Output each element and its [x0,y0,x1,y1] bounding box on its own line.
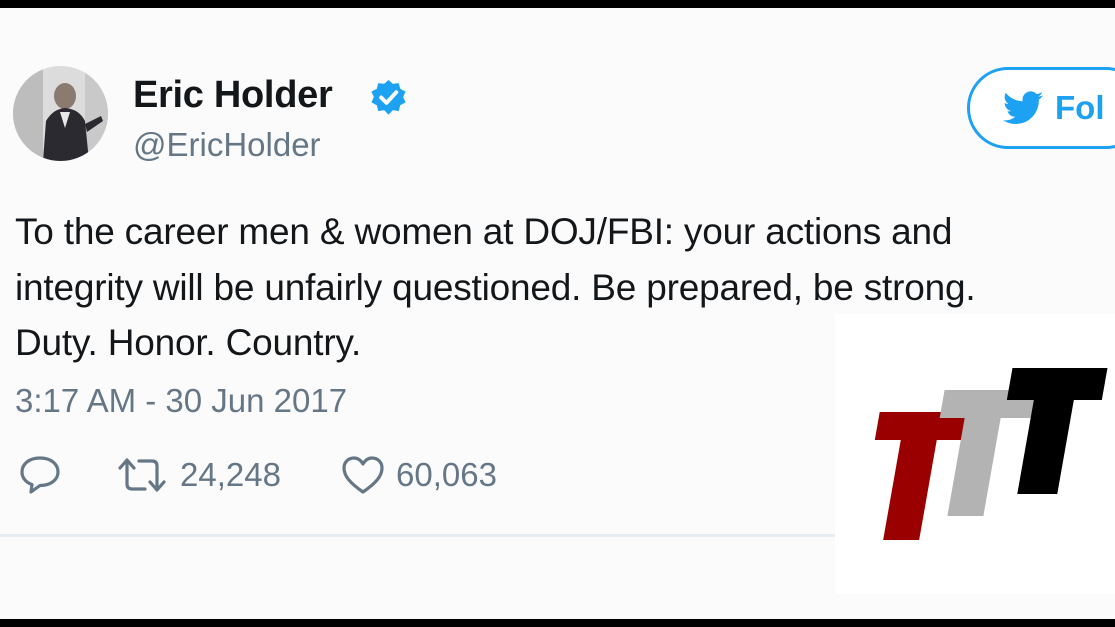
ttt-logo-icon [874,368,1108,540]
display-name[interactable]: Eric Holder [133,74,333,117]
tweet-text-line: To the career men & women at DOJ/FBI: yo… [15,211,953,252]
top-border [0,0,1115,8]
reply-button[interactable] [18,454,62,496]
ttt-logo [835,314,1115,594]
avatar[interactable] [13,66,108,161]
bottom-border [0,619,1115,627]
verified-badge-icon [371,79,406,115]
tweet-text-line: integrity will be unfairly questioned. B… [15,266,976,308]
follow-button[interactable]: Fol [967,67,1115,149]
reply-icon [20,456,60,494]
retweet-button[interactable]: 24,248 [114,454,281,496]
divider [0,534,840,537]
heart-icon [342,456,384,494]
tweet-timestamp[interactable]: 3:17 AM - 30 Jun 2017 [15,382,347,420]
twitter-bird-icon [1003,91,1043,124]
profile-photo-icon [13,66,108,161]
like-button[interactable]: 60,063 [340,454,497,496]
user-handle[interactable]: @EricHolder [133,126,321,164]
retweet-icon [118,458,166,492]
like-count: 60,063 [396,456,497,493]
follow-button-label: Fol [1055,89,1105,126]
retweet-count: 24,248 [180,456,281,493]
